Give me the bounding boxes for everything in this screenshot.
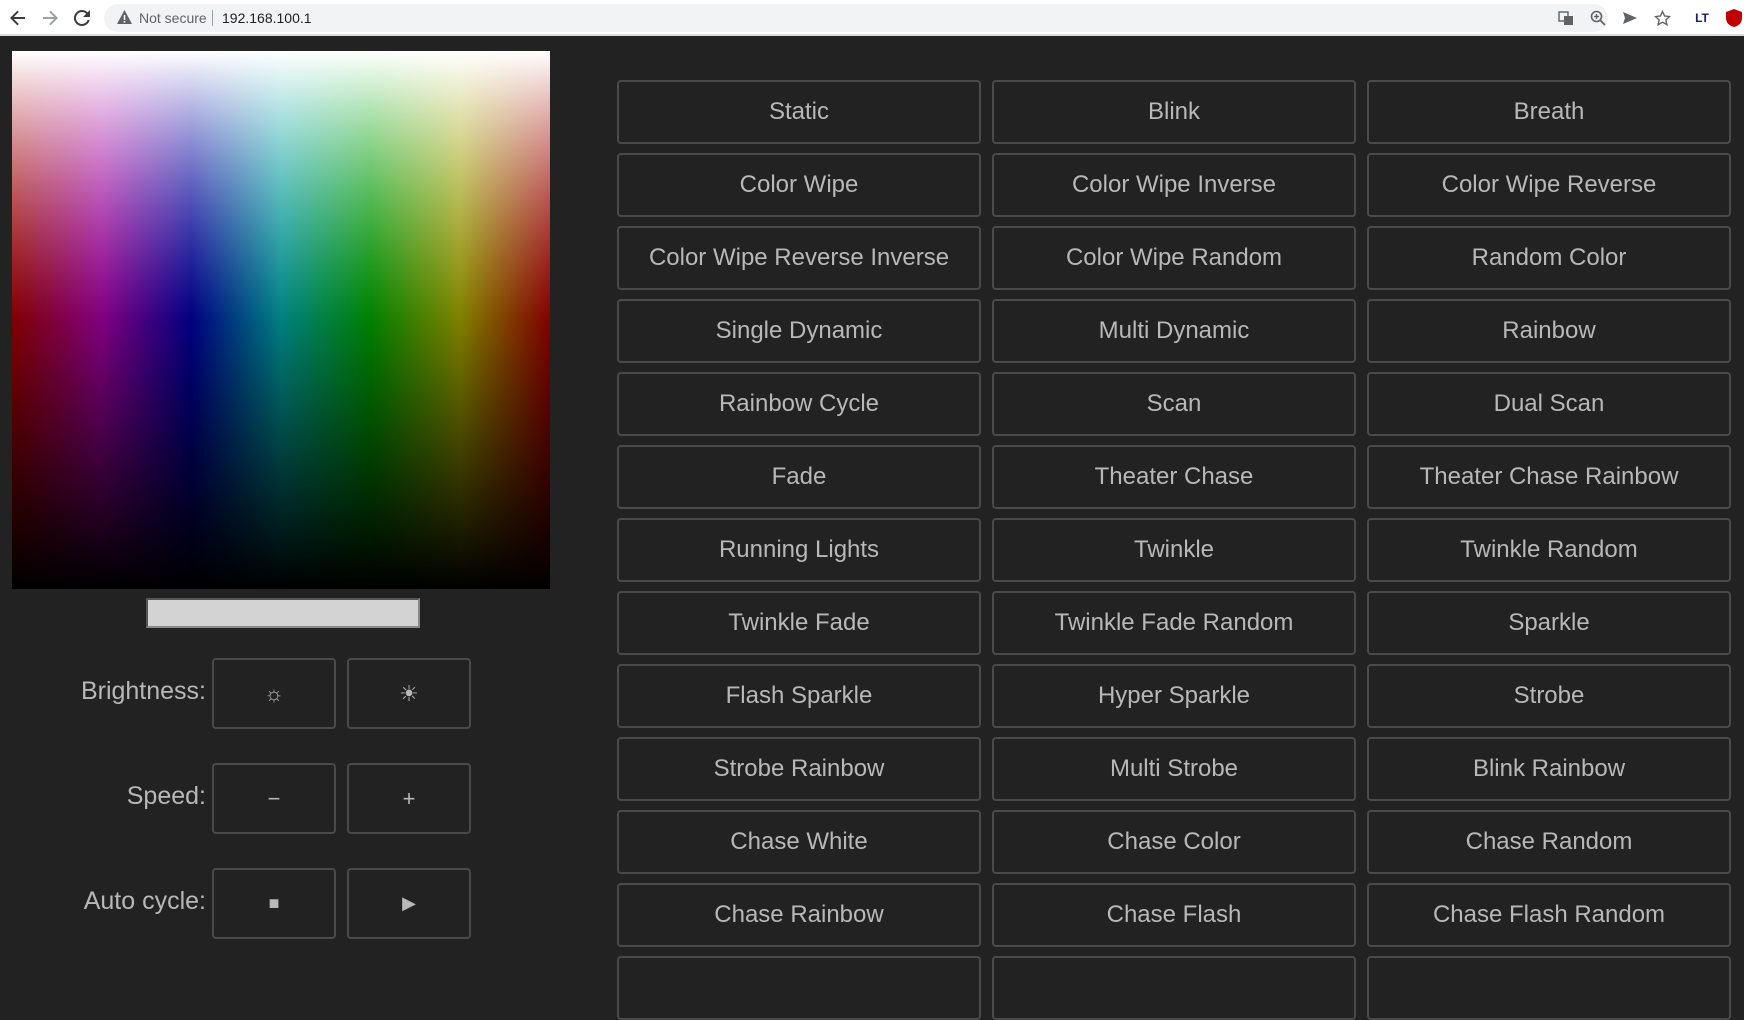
mode-button[interactable]: Chase White bbox=[617, 810, 981, 874]
speed-decrease-button[interactable]: − bbox=[212, 763, 336, 834]
translate-icon[interactable] bbox=[1556, 8, 1576, 28]
send-icon[interactable] bbox=[1620, 8, 1640, 28]
mode-button[interactable]: Hyper Sparkle bbox=[992, 664, 1356, 728]
back-arrow-icon[interactable] bbox=[6, 6, 30, 30]
mode-button[interactable]: Theater Chase Rainbow bbox=[1367, 445, 1731, 509]
mode-button[interactable]: Strobe bbox=[1367, 664, 1731, 728]
extension-icon[interactable]: LT bbox=[1692, 8, 1712, 28]
mode-button[interactable]: Chase Rainbow bbox=[617, 883, 981, 947]
mode-button[interactable]: Chase Color bbox=[992, 810, 1356, 874]
auto-cycle-label: Auto cycle: bbox=[83, 887, 206, 915]
mode-button[interactable]: Twinkle Fade bbox=[617, 591, 981, 655]
warning-icon bbox=[116, 9, 133, 26]
forward-arrow-icon[interactable] bbox=[38, 6, 62, 30]
mode-button[interactable]: Theater Chase bbox=[992, 445, 1356, 509]
mode-button[interactable]: Chase Random bbox=[1367, 810, 1731, 874]
mode-button[interactable]: Rainbow bbox=[1367, 299, 1731, 363]
bookmark-star-icon[interactable] bbox=[1652, 8, 1672, 28]
url-text[interactable]: 192.168.100.1 bbox=[222, 10, 312, 26]
mode-button[interactable]: Blink bbox=[992, 80, 1356, 144]
minus-icon: − bbox=[267, 785, 281, 811]
mode-button[interactable]: Running Lights bbox=[617, 518, 981, 582]
mode-button[interactable]: Multi Dynamic bbox=[992, 299, 1356, 363]
mode-button[interactable]: Multi Strobe bbox=[992, 737, 1356, 801]
mode-button[interactable]: Single Dynamic bbox=[617, 299, 981, 363]
mode-button[interactable]: Scan bbox=[992, 372, 1356, 436]
speed-label: Speed: bbox=[126, 782, 206, 810]
mode-button[interactable]: Twinkle Fade Random bbox=[992, 591, 1356, 655]
mode-button[interactable]: Random Color bbox=[1367, 226, 1731, 290]
brightness-high-icon: ☀ bbox=[399, 680, 419, 706]
color-picker-canvas[interactable] bbox=[12, 51, 550, 589]
mode-button[interactable]: Color Wipe Random bbox=[992, 226, 1356, 290]
mode-button[interactable]: Breath bbox=[1367, 80, 1731, 144]
shield-extension-icon[interactable] bbox=[1724, 8, 1744, 28]
mode-button[interactable]: Strobe Rainbow bbox=[617, 737, 981, 801]
brightness-decrease-button[interactable]: ☼ bbox=[212, 658, 336, 729]
color-value-input[interactable] bbox=[146, 598, 420, 628]
mode-button[interactable]: Fade bbox=[617, 445, 981, 509]
mode-button-partial[interactable] bbox=[617, 956, 981, 1020]
reload-icon[interactable] bbox=[70, 6, 94, 30]
mode-button[interactable]: Twinkle Random bbox=[1367, 518, 1731, 582]
address-bar[interactable]: Not secure 192.168.100.1 bbox=[104, 4, 1671, 32]
mode-button[interactable]: Sparkle bbox=[1367, 591, 1731, 655]
mode-button[interactable]: Color Wipe Reverse bbox=[1367, 153, 1731, 217]
auto-cycle-stop-button[interactable]: ■ bbox=[212, 868, 336, 939]
mode-button[interactable]: Chase Flash Random bbox=[1367, 883, 1731, 947]
plus-icon: + bbox=[402, 785, 416, 811]
mode-button-partial[interactable] bbox=[992, 956, 1356, 1020]
mode-button[interactable]: Twinkle bbox=[992, 518, 1356, 582]
mode-button[interactable]: Static bbox=[617, 80, 981, 144]
mode-button[interactable]: Flash Sparkle bbox=[617, 664, 981, 728]
brightness-label: Brightness: bbox=[80, 677, 206, 705]
mode-button[interactable]: Color Wipe Inverse bbox=[992, 153, 1356, 217]
stop-icon: ■ bbox=[268, 893, 280, 913]
play-icon: ▶ bbox=[402, 893, 416, 913]
omnibox-divider bbox=[212, 10, 213, 26]
auto-cycle-start-button[interactable]: ▶ bbox=[347, 868, 471, 939]
mode-button-partial[interactable] bbox=[1367, 956, 1731, 1020]
security-status[interactable]: Not secure bbox=[139, 10, 207, 26]
mode-button[interactable]: Blink Rainbow bbox=[1367, 737, 1731, 801]
speed-increase-button[interactable]: + bbox=[347, 763, 471, 834]
browser-toolbar: Not secure 192.168.100.1 LT bbox=[0, 0, 1744, 36]
brightness-low-icon: ☼ bbox=[263, 680, 285, 706]
brightness-increase-button[interactable]: ☀ bbox=[347, 658, 471, 729]
mode-button[interactable]: Color Wipe bbox=[617, 153, 981, 217]
mode-button[interactable]: Rainbow Cycle bbox=[617, 372, 981, 436]
mode-button[interactable]: Dual Scan bbox=[1367, 372, 1731, 436]
mode-button[interactable]: Color Wipe Reverse Inverse bbox=[617, 226, 981, 290]
mode-button[interactable]: Chase Flash bbox=[992, 883, 1356, 947]
zoom-icon[interactable] bbox=[1588, 8, 1608, 28]
